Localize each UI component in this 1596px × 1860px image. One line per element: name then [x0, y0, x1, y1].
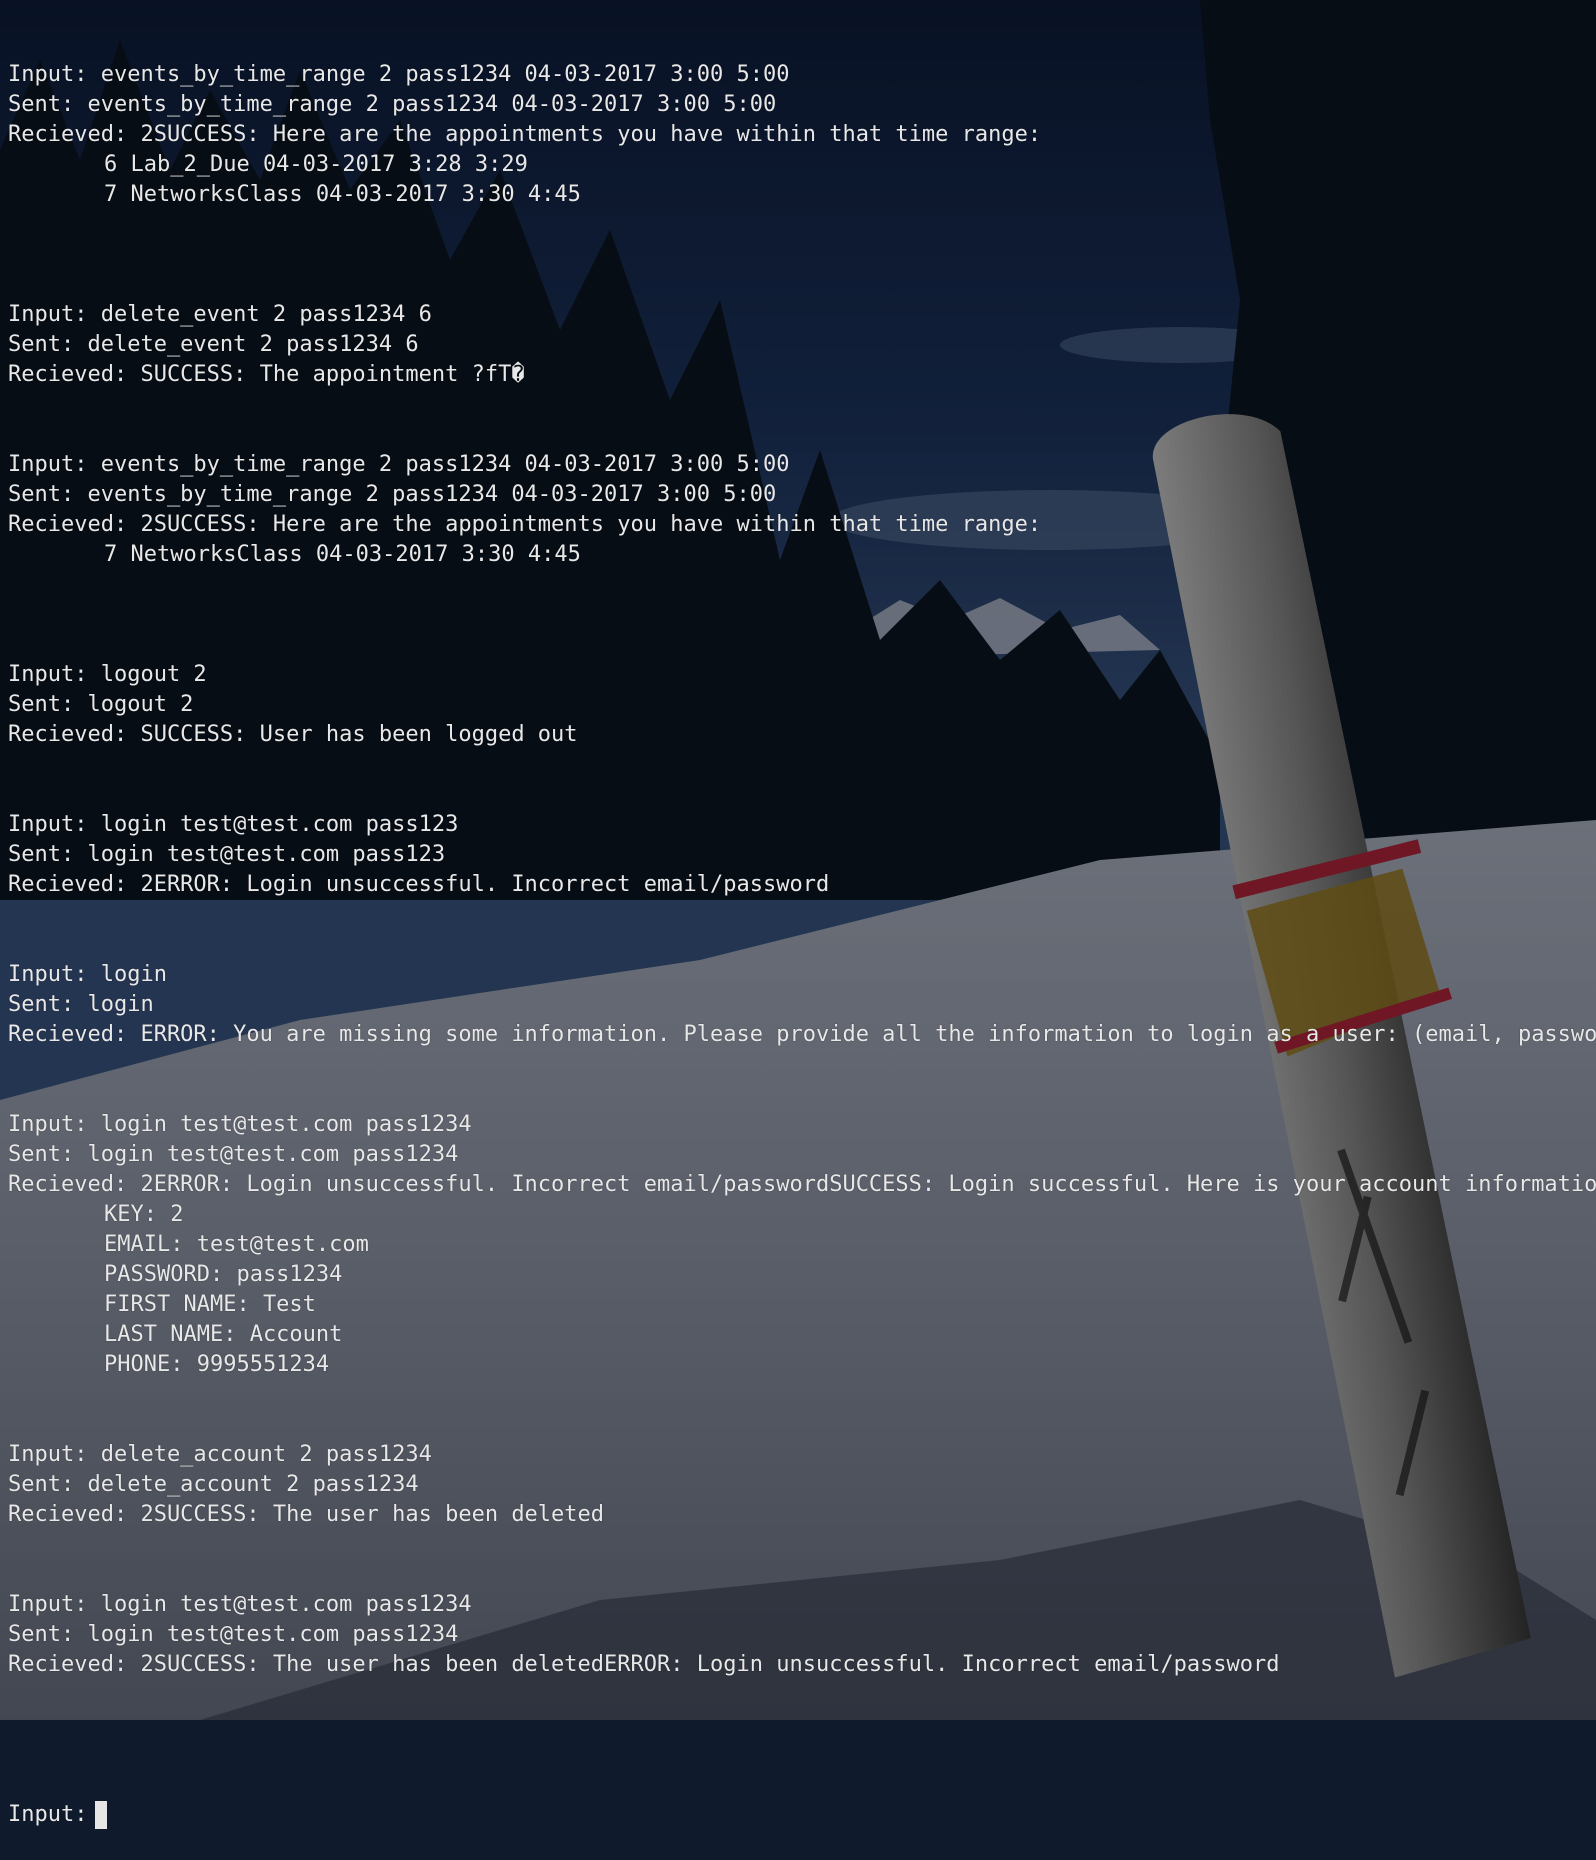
- terminal-line: Input: login test@test.com pass123: [8, 812, 459, 837]
- prompt-label: Input:: [8, 1802, 88, 1827]
- terminal-line: Recieved: SUCCESS: User has been logged …: [8, 722, 578, 747]
- terminal-line: Sent: delete_event 2 pass1234 6: [8, 332, 419, 357]
- terminal-line: Input: delete_event 2 pass1234 6: [8, 302, 432, 327]
- terminal-line: Input: delete_account 2 pass1234: [8, 1442, 432, 1467]
- terminal-line: Sent: login test@test.com pass1234: [8, 1142, 459, 1167]
- terminal-line: KEY: 2: [104, 1202, 184, 1227]
- terminal-line: Sent: events_by_time_range 2 pass1234 04…: [8, 482, 777, 507]
- terminal-line: FIRST NAME: Test: [104, 1292, 316, 1317]
- terminal-line: 7 NetworksClass 04-03-2017 3:30 4:45: [104, 182, 581, 207]
- terminal-line: PHONE: 9995551234: [104, 1352, 330, 1377]
- terminal-line: Sent: login test@test.com pass123: [8, 842, 446, 867]
- terminal-line: Recieved: ERROR: You are missing some in…: [8, 1022, 1596, 1047]
- terminal-line: Input: login: [8, 962, 167, 987]
- terminal-line: Recieved: 2SUCCESS: The user has been de…: [8, 1652, 1280, 1677]
- terminal-line: Sent: login: [8, 992, 154, 1017]
- terminal-line: Sent: events_by_time_range 2 pass1234 04…: [8, 92, 777, 117]
- text-cursor: [95, 1801, 108, 1829]
- terminal-line: Recieved: 2SUCCESS: Here are the appoint…: [8, 512, 1042, 537]
- terminal-line: Recieved: 2SUCCESS: Here are the appoint…: [8, 122, 1042, 147]
- terminal-line: 6 Lab_2_Due 04-03-2017 3:28 3:29: [104, 152, 528, 177]
- terminal-line: Recieved: 2ERROR: Login unsuccessful. In…: [8, 872, 830, 897]
- terminal-line: Sent: login test@test.com pass1234: [8, 1622, 459, 1647]
- terminal-line: 7 NetworksClass 04-03-2017 3:30 4:45: [104, 542, 581, 567]
- terminal-line: EMAIL: test@test.com: [104, 1232, 369, 1257]
- terminal-lines: Input: events_by_time_range 2 pass1234 0…: [8, 60, 1596, 1740]
- terminal-line: Recieved: 2SUCCESS: The user has been de…: [8, 1502, 605, 1527]
- terminal-line: Sent: delete_account 2 pass1234: [8, 1472, 419, 1497]
- terminal-line: Input: login test@test.com pass1234: [8, 1592, 472, 1617]
- terminal-line: Input: logout 2: [8, 662, 207, 687]
- terminal-line: PASSWORD: pass1234: [104, 1262, 343, 1287]
- terminal-line: Sent: logout 2: [8, 692, 194, 717]
- terminal-line: Recieved: 2ERROR: Login unsuccessful. In…: [8, 1172, 1596, 1197]
- terminal-line: Recieved: SUCCESS: The appointment ?fT�: [8, 362, 525, 387]
- terminal-output[interactable]: Input: events_by_time_range 2 pass1234 0…: [8, 0, 1596, 1829]
- terminal-line: LAST NAME: Account: [104, 1322, 343, 1347]
- terminal-prompt[interactable]: Input:: [8, 1800, 1588, 1830]
- terminal-line: Input: events_by_time_range 2 pass1234 0…: [8, 62, 790, 87]
- terminal-line: Input: events_by_time_range 2 pass1234 0…: [8, 452, 790, 477]
- terminal-line: Input: login test@test.com pass1234: [8, 1112, 472, 1137]
